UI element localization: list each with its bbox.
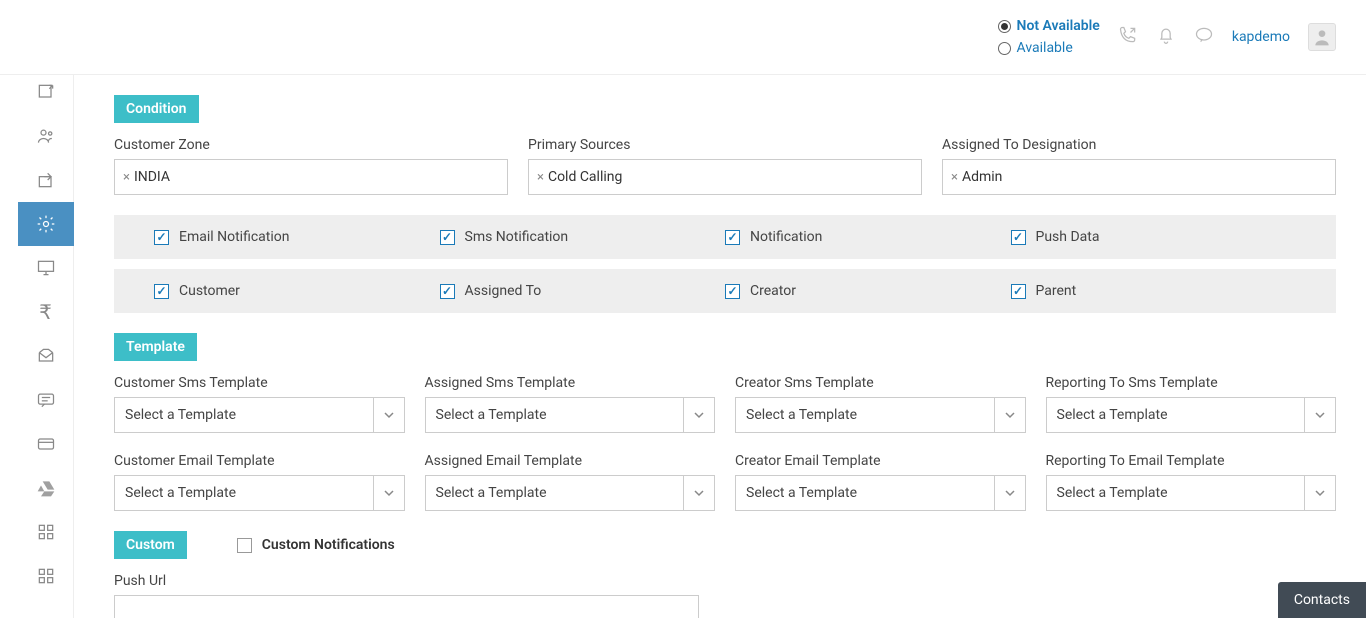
chevron-down-icon: [1315, 488, 1325, 498]
notification-checkbox[interactable]: [725, 230, 740, 245]
user-icon: [1312, 27, 1332, 47]
reporting-email-label: Reporting To Email Template: [1046, 453, 1337, 469]
sidebar-item-currency[interactable]: ₹: [18, 290, 74, 334]
tag-value: Admin: [962, 169, 1002, 185]
custom-section-tag: Custom: [114, 531, 187, 559]
assigned-sms-select[interactable]: Select a Template: [425, 397, 716, 433]
template-section-tag: Template: [114, 333, 197, 361]
chevron-down-icon: [1005, 488, 1015, 498]
tag-value: INDIA: [134, 169, 170, 185]
radio-icon: [998, 20, 1011, 33]
sidebar-item-grid1[interactable]: [18, 510, 74, 554]
reporting-sms-label: Reporting To Sms Template: [1046, 375, 1337, 391]
sidebar-item-share[interactable]: [18, 158, 74, 202]
sidebar-item-grid2[interactable]: [18, 554, 74, 598]
sidebar-item-drive[interactable]: [18, 466, 74, 510]
sidebar-item-inbox[interactable]: [18, 334, 74, 378]
check-label: Parent: [1036, 283, 1077, 299]
customer-sms-select[interactable]: Select a Template: [114, 397, 405, 433]
chevron-down-icon: [694, 488, 704, 498]
recipient-row: Customer Assigned To Creator Parent: [114, 269, 1336, 313]
creator-sms-select[interactable]: Select a Template: [735, 397, 1026, 433]
check-label: Push Data: [1036, 229, 1100, 245]
sidebar-item-monitor[interactable]: [18, 246, 74, 290]
remove-tag-icon[interactable]: ×: [537, 170, 544, 185]
primary-sources-input[interactable]: × Cold Calling: [528, 159, 922, 195]
customer-email-label: Customer Email Template: [114, 453, 405, 469]
parent-checkbox[interactable]: [1011, 284, 1026, 299]
phone-icon[interactable]: [1118, 25, 1138, 49]
not-available-radio[interactable]: Not Available: [998, 18, 1100, 34]
reporting-email-select[interactable]: Select a Template: [1046, 475, 1337, 511]
customer-sms-label: Customer Sms Template: [114, 375, 405, 391]
push-data-checkbox[interactable]: [1011, 230, 1026, 245]
rupee-icon: ₹: [39, 300, 52, 325]
customer-zone-input[interactable]: × INDIA: [114, 159, 508, 195]
sms-notification-checkbox[interactable]: [440, 230, 455, 245]
check-label: Sms Notification: [465, 229, 569, 245]
not-available-label: Not Available: [1017, 18, 1100, 34]
sidebar-item-card[interactable]: [18, 422, 74, 466]
check-label: Assigned To: [465, 283, 542, 299]
creator-email-label: Creator Email Template: [735, 453, 1026, 469]
sidebar-item-message[interactable]: [18, 378, 74, 422]
username[interactable]: kapdemo: [1232, 29, 1290, 45]
availability-group: Not Available Available: [998, 18, 1100, 56]
chevron-down-icon: [384, 410, 394, 420]
chevron-down-icon: [1315, 410, 1325, 420]
creator-checkbox[interactable]: [725, 284, 740, 299]
assigned-designation-input[interactable]: × Admin: [942, 159, 1336, 195]
chevron-down-icon: [384, 488, 394, 498]
available-radio[interactable]: Available: [998, 40, 1100, 56]
assigned-designation-label: Assigned To Designation: [942, 137, 1336, 153]
bell-icon[interactable]: [1156, 25, 1176, 49]
assigned-email-select[interactable]: Select a Template: [425, 475, 716, 511]
remove-tag-icon[interactable]: ×: [123, 170, 130, 185]
push-url-input[interactable]: [114, 595, 699, 618]
assigned-to-checkbox[interactable]: [440, 284, 455, 299]
primary-sources-label: Primary Sources: [528, 137, 922, 153]
check-label: Creator: [750, 283, 796, 299]
main-content: Condition Customer Zone × INDIA Primary S…: [74, 75, 1366, 618]
check-label: Notification: [750, 229, 822, 245]
custom-notifications-checkbox[interactable]: [237, 538, 252, 553]
email-notification-checkbox[interactable]: [154, 230, 169, 245]
notification-type-row: Email Notification Sms Notification Noti…: [114, 215, 1336, 259]
sidebar-item-users[interactable]: [18, 114, 74, 158]
check-label: Email Notification: [179, 229, 290, 245]
header: Not Available Available kapdemo: [0, 0, 1366, 75]
creator-email-select[interactable]: Select a Template: [735, 475, 1026, 511]
customer-email-select[interactable]: Select a Template: [114, 475, 405, 511]
chevron-down-icon: [694, 410, 704, 420]
remove-tag-icon[interactable]: ×: [951, 170, 958, 185]
custom-notifications-label: Custom Notifications: [262, 537, 395, 553]
customer-checkbox[interactable]: [154, 284, 169, 299]
available-label: Available: [1017, 40, 1073, 56]
customer-zone-label: Customer Zone: [114, 137, 508, 153]
creator-sms-label: Creator Sms Template: [735, 375, 1026, 391]
avatar[interactable]: [1308, 23, 1336, 51]
tag-value: Cold Calling: [548, 169, 622, 185]
sidebar-item-1[interactable]: [18, 70, 74, 114]
chevron-down-icon: [1005, 410, 1015, 420]
assigned-email-label: Assigned Email Template: [425, 453, 716, 469]
sidebar-item-settings[interactable]: [18, 202, 74, 246]
radio-icon: [998, 42, 1011, 55]
push-url-label: Push Url: [114, 573, 1336, 589]
contacts-button[interactable]: Contacts: [1278, 582, 1366, 618]
chat-icon[interactable]: [1194, 25, 1214, 49]
reporting-sms-select[interactable]: Select a Template: [1046, 397, 1337, 433]
check-label: Customer: [179, 283, 240, 299]
sidebar: ₹: [18, 60, 74, 618]
condition-section-tag: Condition: [114, 95, 199, 123]
assigned-sms-label: Assigned Sms Template: [425, 375, 716, 391]
